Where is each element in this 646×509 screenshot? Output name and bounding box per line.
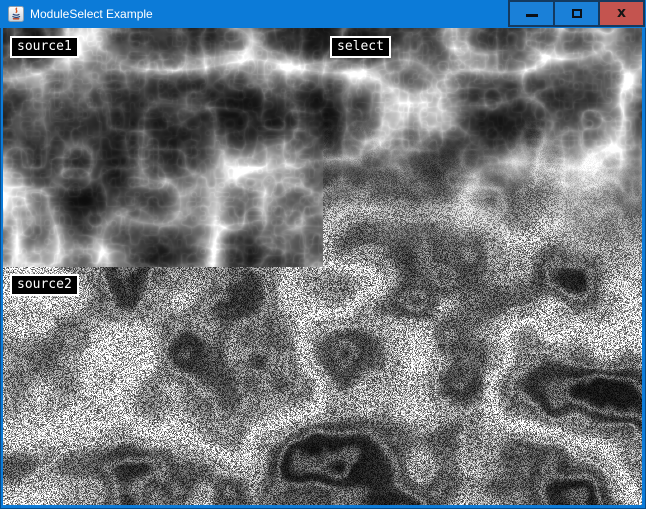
window-title: ModuleSelect Example (30, 0, 153, 28)
select-label: select (330, 36, 391, 58)
client-area: source1 select source2 (3, 28, 642, 505)
titlebar[interactable]: ModuleSelect Example x (0, 0, 646, 28)
app-window: ModuleSelect Example x source1 select so… (0, 0, 646, 509)
close-button[interactable]: x (598, 0, 645, 27)
source2-label: source2 (10, 274, 79, 296)
minimize-button[interactable] (508, 0, 555, 27)
maximize-icon (572, 9, 582, 18)
minimize-icon (526, 14, 538, 17)
select-image (323, 28, 642, 505)
maximize-button[interactable] (553, 0, 600, 27)
window-controls: x (510, 0, 645, 28)
source2-image (3, 267, 323, 505)
source1-label: source1 (10, 36, 79, 58)
close-icon: x (617, 6, 626, 20)
source1-image (3, 28, 323, 267)
java-app-icon (8, 6, 24, 22)
